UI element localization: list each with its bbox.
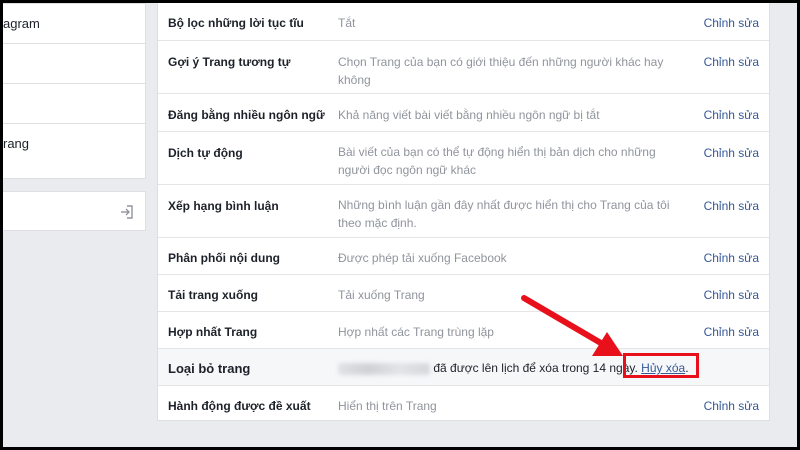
settings-row-download-page: Tải trang xuống Tải xuống Trang Chỉnh sử… — [158, 275, 769, 312]
setting-label: Tải trang xuống — [168, 288, 258, 302]
setting-label: Bộ lọc những lời tục tĩu — [168, 16, 304, 30]
edit-button[interactable]: Chỉnh sửa — [704, 55, 759, 69]
setting-label: Hợp nhất Trang — [168, 325, 258, 339]
settings-row-merge-pages: Hợp nhất Trang Hợp nhất các Trang trùng … — [158, 312, 769, 349]
sidebar-item-label: agram — [3, 16, 40, 31]
edit-button[interactable]: Chỉnh sửa — [704, 251, 759, 265]
settings-row-auto-translate: Dịch tự động Bài viết của bạn có thể tự … — [158, 132, 769, 185]
edit-button[interactable]: Chỉnh sửa — [704, 146, 759, 160]
settings-row-similar-pages: Gợi ý Trang tương tự Chọn Trang của bạn … — [158, 41, 769, 94]
setting-label: Xếp hạng bình luận — [168, 199, 279, 213]
setting-label: Phân phối nội dung — [168, 251, 280, 265]
sidebar-item-label: rang — [3, 136, 30, 151]
setting-value: Tắt — [338, 16, 356, 30]
edit-button[interactable]: Chỉnh sửa — [704, 399, 759, 413]
settings-row-suggested-actions: Hành động được đề xuất Hiển thị trên Tra… — [158, 386, 769, 423]
red-arrow-icon — [521, 295, 623, 356]
sidebar-item-instagram[interactable]: agram — [3, 4, 145, 44]
settings-row-content-distribution: Phân phối nội dung Được phép tải xuống F… — [158, 238, 769, 275]
sidebar-menu: agram rang — [3, 3, 146, 179]
setting-value: Những bình luận gần đây nhất được hiển t… — [338, 198, 670, 230]
setting-value: Hiển thị trên Trang — [338, 399, 437, 413]
setting-label: Đăng bằng nhiều ngôn ngữ — [168, 108, 325, 122]
edit-button[interactable]: Chỉnh sửa — [704, 325, 759, 339]
sidebar-item-3[interactable] — [3, 84, 145, 124]
setting-label: Loại bỏ trang — [168, 361, 251, 376]
settings-row-multilingual-posts: Đăng bằng nhiều ngôn ngữ Khả năng viết b… — [158, 94, 769, 132]
sign-in-icon[interactable] — [120, 205, 134, 219]
settings-row-profanity-filter: Bộ lọc những lời tục tĩu Tắt Chỉnh sửa — [158, 3, 769, 41]
setting-value: Chọn Trang của bạn có giới thiệu đến nhữ… — [338, 55, 664, 87]
setting-value: Bài viết của bạn có thể tự động hiển thị… — [338, 145, 656, 177]
settings-row-comment-ranking: Xếp hạng bình luận Những bình luận gần đ… — [158, 185, 769, 238]
edit-button[interactable]: Chỉnh sửa — [704, 108, 759, 122]
setting-label: Dịch tự động — [168, 146, 243, 160]
setting-value: Khả năng viết bài viết bằng nhiều ngôn n… — [338, 108, 600, 122]
sidebar-login-box[interactable] — [3, 191, 146, 231]
sidebar-item-page[interactable]: rang — [3, 124, 145, 164]
edit-button[interactable]: Chỉnh sửa — [704, 16, 759, 30]
redacted-page-name — [338, 362, 430, 375]
sidebar-item-2[interactable] — [3, 44, 145, 84]
setting-value: Được phép tải xuống Facebook — [338, 251, 507, 265]
edit-button[interactable]: Chỉnh sửa — [704, 288, 759, 302]
edit-button[interactable]: Chỉnh sửa — [704, 199, 759, 213]
setting-label: Gợi ý Trang tương tự — [168, 55, 291, 69]
setting-label: Hành động được đề xuất — [168, 399, 311, 413]
